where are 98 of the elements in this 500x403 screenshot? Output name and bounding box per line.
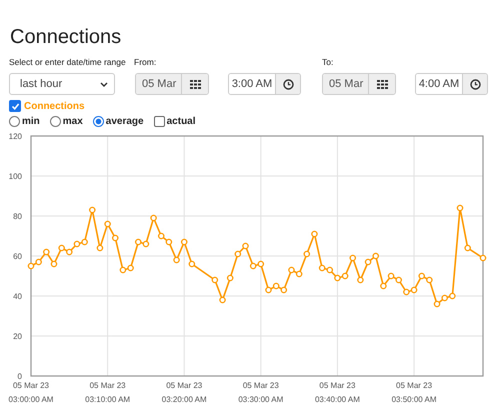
point (104, 220, 111, 228)
radio-button[interactable] (50, 116, 61, 126)
point (234, 250, 242, 258)
y-tick-label: 40 (13, 292, 22, 301)
x-tick-label: 05 Mar 23 03:40:00 AM (314, 381, 360, 403)
range-label: Select or enter date/time range (9, 56, 126, 68)
point (449, 292, 456, 300)
point (395, 276, 402, 284)
point (357, 276, 364, 284)
point (272, 282, 280, 290)
point (426, 276, 433, 284)
point (334, 274, 341, 282)
point (350, 254, 356, 262)
x-tick-label: 05 Mar 23 03:00:00 AM (8, 381, 54, 403)
point (342, 272, 348, 280)
checkbox[interactable] (154, 116, 165, 126)
point (311, 230, 318, 238)
point (288, 266, 295, 274)
calendar-button[interactable] (182, 74, 208, 94)
to-label: To: (322, 56, 334, 68)
point (166, 238, 172, 246)
point (410, 286, 418, 294)
point (89, 206, 96, 214)
date-field[interactable]: 05 Mar (136, 74, 182, 94)
point (296, 270, 302, 278)
series-checkbox[interactable] (9, 100, 21, 112)
point (242, 242, 249, 250)
date-field[interactable]: 05 Mar (323, 74, 369, 94)
y-tick-label: 60 (13, 252, 22, 261)
clock-icon (470, 78, 480, 90)
range-dropdown[interactable]: last hour (9, 73, 115, 95)
point (280, 286, 288, 294)
point (43, 248, 50, 256)
point (418, 272, 425, 280)
y-tick-label: 120 (8, 132, 22, 141)
point (372, 252, 379, 260)
radio-button[interactable] (92, 116, 104, 126)
point (150, 214, 157, 222)
y-tick-label: 0 (18, 372, 22, 381)
point (120, 266, 126, 274)
point (265, 286, 272, 294)
point (158, 232, 164, 240)
point (142, 240, 150, 248)
point (219, 296, 226, 304)
point (250, 262, 256, 270)
x-tick-label: 05 Mar 23 03:30:00 AM (238, 381, 284, 403)
point (388, 272, 394, 280)
point (456, 204, 464, 212)
clock-button[interactable] (463, 74, 487, 94)
option-label: actual (166, 116, 196, 126)
point (188, 260, 196, 268)
point (464, 244, 471, 252)
clock-icon (282, 78, 294, 90)
time-field[interactable]: 4:00 AM (416, 74, 463, 94)
point (480, 254, 486, 262)
calendar-button[interactable] (369, 74, 395, 94)
x-tick-label: 05 Mar 23 03:20:00 AM (162, 381, 207, 403)
y-tick-label: 80 (13, 212, 22, 221)
point (28, 262, 34, 270)
point (180, 238, 188, 246)
point (74, 240, 80, 248)
clock-button[interactable] (276, 74, 300, 94)
point (96, 244, 104, 252)
option-label: average (106, 116, 144, 126)
point (364, 258, 372, 266)
option-label: min (22, 116, 40, 126)
point (380, 282, 387, 290)
point (35, 258, 42, 266)
point (58, 244, 65, 252)
series-label: Connections (24, 100, 85, 112)
point (403, 288, 410, 296)
point (441, 294, 448, 302)
caret-icon (100, 82, 108, 86)
point (135, 238, 142, 246)
x-tick-label: 05 Mar 23 03:10:00 AM (85, 381, 130, 403)
option-label: max (62, 116, 83, 126)
time-field[interactable]: 3:00 AM (229, 74, 276, 94)
y-tick-label: 20 (13, 332, 22, 341)
x-tick-label: 05 Mar 23 03:50:00 AM (392, 381, 436, 403)
point (434, 300, 440, 308)
point (66, 248, 73, 256)
page-title: Connections (9, 25, 122, 50)
radio-button[interactable] (9, 116, 20, 126)
point (112, 234, 119, 242)
point (127, 264, 134, 272)
calendar-icon (376, 80, 388, 88)
point (81, 238, 88, 246)
point (304, 250, 310, 258)
point (212, 276, 218, 284)
point (258, 260, 264, 268)
point (318, 264, 326, 272)
point (50, 260, 58, 268)
y-tick-label: 100 (8, 172, 22, 181)
point (173, 256, 180, 264)
point (326, 266, 334, 274)
calendar-icon (190, 80, 200, 88)
point (226, 274, 234, 282)
from-label: From: (134, 56, 156, 68)
